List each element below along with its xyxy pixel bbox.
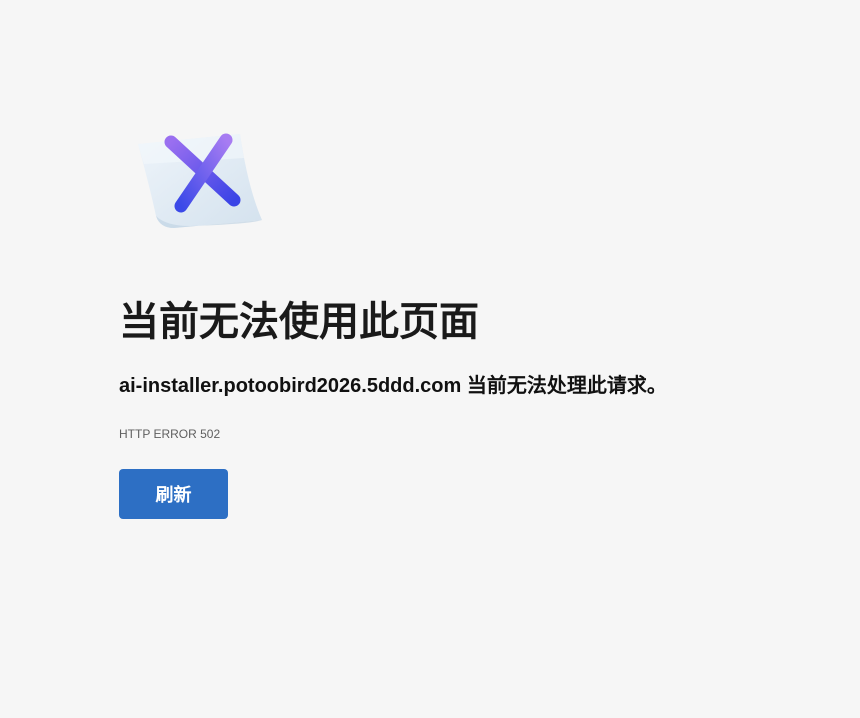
error-page: 当前无法使用此页面 ai-installer.potoobird2026.5dd… <box>0 0 860 718</box>
error-code: HTTP ERROR 502 <box>119 427 221 441</box>
page-title: 当前无法使用此页面 <box>119 300 479 344</box>
host-name: ai-installer.potoobird2026.5ddd.com <box>119 375 462 397</box>
error-message: ai-installer.potoobird2026.5ddd.com 当前无法… <box>119 372 667 400</box>
refresh-button[interactable]: 刷新 <box>119 469 228 519</box>
error-message-text: 当前无法处理此请求。 <box>461 375 667 397</box>
error-illustration <box>130 128 270 238</box>
broken-page-x-icon <box>138 133 262 228</box>
